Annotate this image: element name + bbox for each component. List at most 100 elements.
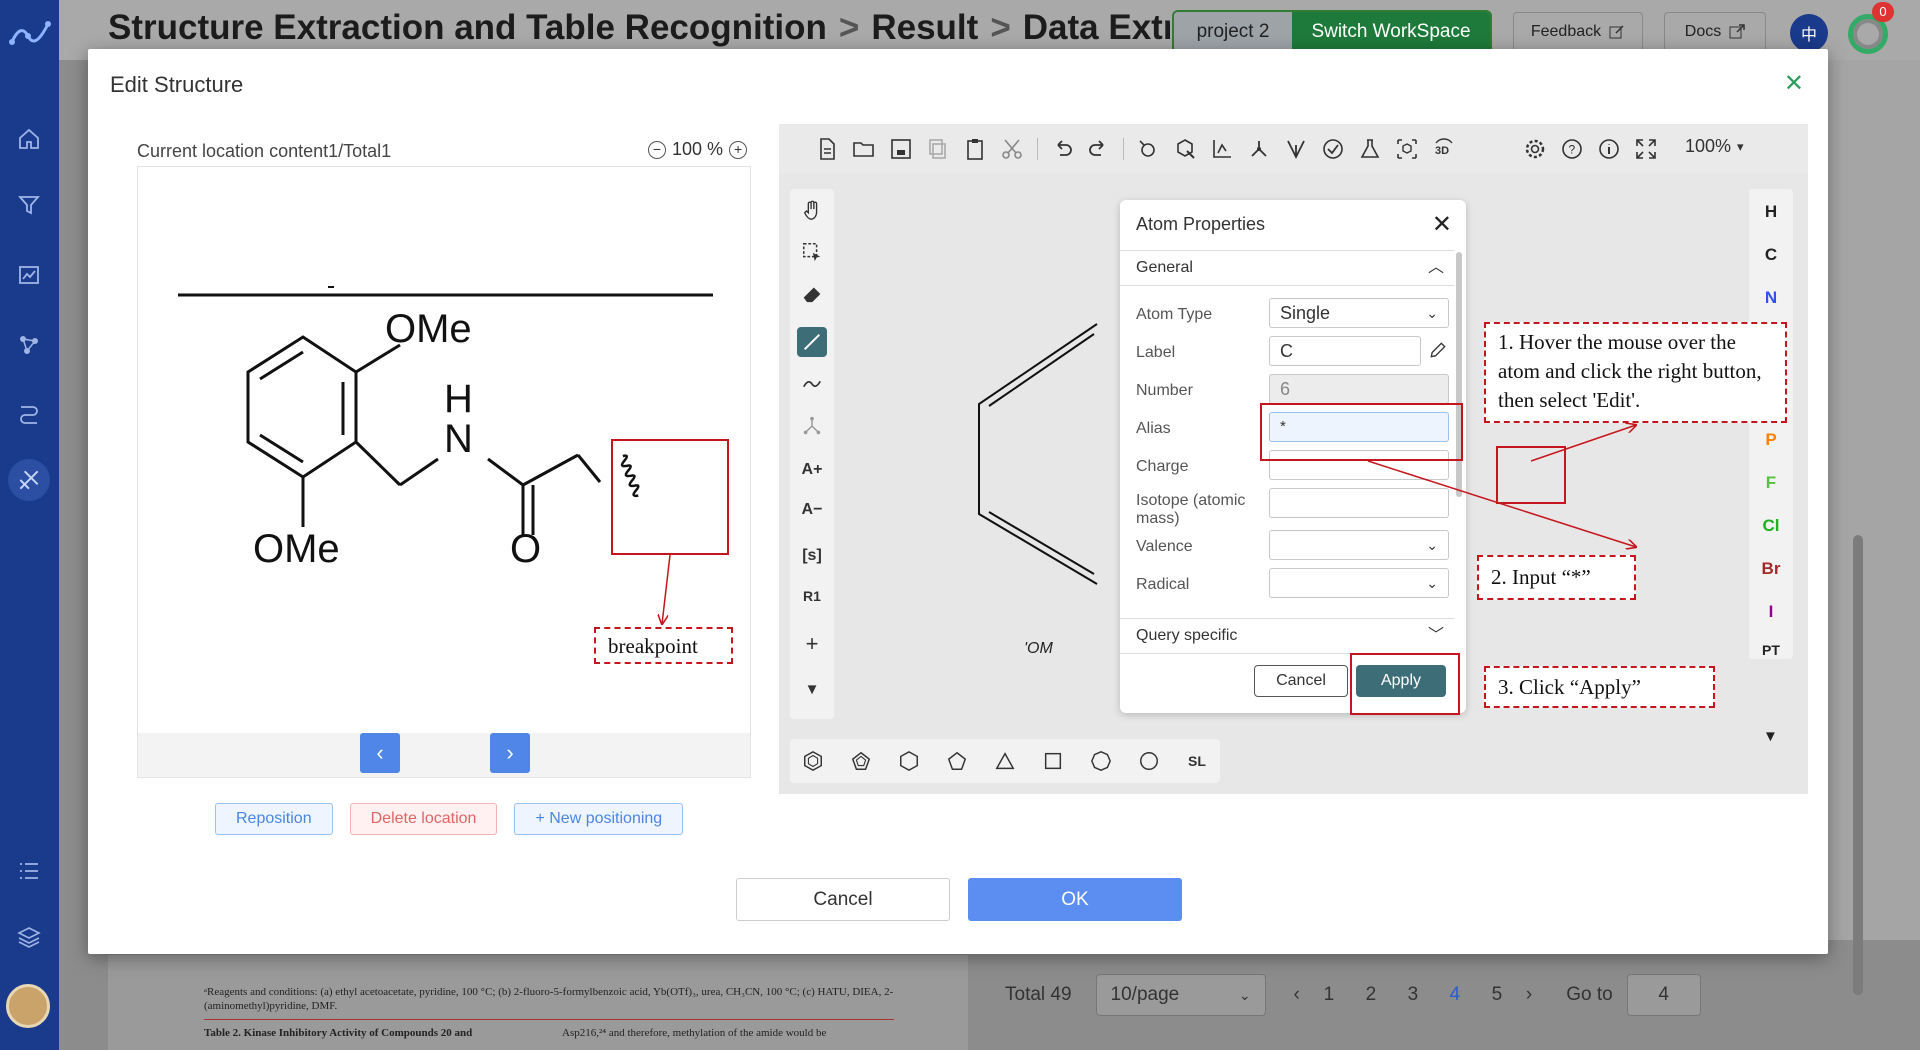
filter-icon[interactable] — [14, 190, 44, 220]
atom-n[interactable]: N — [1749, 283, 1793, 313]
undo-icon[interactable] — [1047, 134, 1077, 164]
info-icon[interactable] — [1594, 134, 1624, 164]
breadcrumb-item[interactable]: Structure Extraction and Table Recogniti… — [108, 8, 827, 47]
benzene-template-icon[interactable] — [798, 746, 828, 776]
redo-icon[interactable] — [1084, 134, 1114, 164]
reposition-button[interactable]: Reposition — [215, 803, 333, 835]
close-icon[interactable]: ✕ — [1432, 210, 1452, 239]
open-folder-icon[interactable] — [849, 134, 879, 164]
save-icon[interactable] — [886, 134, 916, 164]
pencil-icon[interactable] — [1428, 340, 1448, 365]
radical-select[interactable]: ⌄ — [1269, 568, 1449, 598]
layout-icon[interactable] — [1133, 134, 1163, 164]
decrease-charge-icon[interactable]: A− — [797, 495, 827, 525]
next-button[interactable]: › — [490, 733, 530, 773]
cyclopropane-icon[interactable] — [990, 746, 1020, 776]
home-icon[interactable] — [14, 124, 44, 154]
atom-br[interactable]: Br — [1749, 554, 1793, 584]
expand-down-icon[interactable]: ▼ — [797, 674, 827, 704]
check-structure-icon[interactable] — [1318, 134, 1348, 164]
new-file-icon[interactable] — [812, 134, 842, 164]
select-tool-icon[interactable] — [797, 237, 827, 267]
route-icon[interactable] — [14, 398, 44, 428]
molecule-icon[interactable] — [14, 330, 44, 360]
next-page-icon[interactable]: › — [1526, 984, 1532, 1006]
3d-view-icon[interactable]: 3D — [1429, 134, 1459, 164]
clean-up-icon[interactable] — [1170, 134, 1200, 164]
structure-library-button[interactable]: SL — [1182, 746, 1212, 776]
atom-h[interactable]: H — [1749, 197, 1793, 227]
analyse-icon[interactable] — [1355, 134, 1385, 164]
chart-icon[interactable] — [14, 260, 44, 290]
atom-cl[interactable]: Cl — [1749, 511, 1793, 541]
language-switch[interactable]: 中 — [1790, 14, 1828, 52]
eraser-icon[interactable] — [797, 279, 827, 309]
app-logo[interactable] — [8, 14, 52, 50]
fullscreen-icon[interactable] — [1631, 134, 1661, 164]
breadcrumb-separator: > — [838, 8, 860, 47]
atom-f[interactable]: F — [1749, 468, 1793, 498]
aromatize-icon[interactable] — [1207, 134, 1237, 164]
zoom-out-icon[interactable]: − — [648, 140, 666, 159]
layers-icon[interactable] — [14, 922, 44, 952]
cyclooctane-icon[interactable] — [1134, 746, 1164, 776]
atom-c[interactable]: C — [1749, 240, 1793, 270]
previous-button[interactable]: ‹ — [360, 733, 400, 773]
avatar[interactable] — [6, 984, 50, 1028]
general-section-header[interactable]: General ︿ — [1120, 250, 1454, 286]
page-number[interactable]: 3 — [1392, 984, 1434, 1006]
extraction-icon[interactable] — [8, 459, 50, 501]
rgroup-tool[interactable]: R1 — [797, 581, 827, 611]
settings-icon[interactable] — [1520, 134, 1550, 164]
atom-p[interactable]: P — [1749, 425, 1793, 455]
isotope-input[interactable] — [1269, 488, 1449, 518]
cyclopentane-icon[interactable] — [942, 746, 972, 776]
label-input[interactable]: C — [1269, 336, 1421, 366]
cut-icon[interactable] — [997, 134, 1027, 164]
page-number[interactable]: 1 — [1308, 984, 1350, 1006]
page-number-current[interactable]: 4 — [1434, 984, 1476, 1006]
periodic-table-button[interactable]: PT — [1749, 635, 1793, 665]
feedback-button[interactable]: Feedback — [1513, 12, 1643, 52]
background-scrollbar[interactable] — [1853, 535, 1863, 995]
cyclohexane-icon[interactable] — [894, 746, 924, 776]
atoms-expand-icon[interactable]: ▼ — [1763, 728, 1778, 745]
docs-button[interactable]: Docs — [1664, 12, 1766, 52]
copy-icon[interactable] — [923, 134, 953, 164]
hand-tool-icon[interactable] — [797, 195, 827, 225]
atom-type-select[interactable]: Single ⌄ — [1269, 298, 1449, 328]
cyclobutane-icon[interactable] — [1038, 746, 1068, 776]
zoom-in-icon[interactable]: + — [729, 140, 748, 159]
breadcrumb-item[interactable]: Result — [871, 8, 978, 47]
atom-i[interactable]: I — [1749, 597, 1793, 627]
help-icon[interactable]: ? — [1557, 134, 1587, 164]
stereo-icon[interactable] — [1281, 134, 1311, 164]
cancel-button[interactable]: Cancel — [736, 878, 950, 921]
switch-workspace-button[interactable]: Switch WorkSpace — [1292, 12, 1490, 52]
increase-charge-icon[interactable]: A+ — [797, 455, 827, 485]
editor-zoom-select[interactable]: 100% ▾ — [1685, 136, 1744, 157]
add-tool-icon[interactable]: + — [797, 629, 827, 659]
calculate-cip-icon[interactable] — [1244, 134, 1274, 164]
page-number[interactable]: 2 — [1350, 984, 1392, 1006]
charge-tool-icon[interactable] — [797, 411, 827, 441]
cyclopentadiene-icon[interactable] — [846, 746, 876, 776]
query-specific-section-header[interactable]: Query specific ﹀ — [1120, 618, 1454, 654]
paste-icon[interactable] — [960, 134, 990, 164]
atom-cancel-button[interactable]: Cancel — [1254, 665, 1348, 697]
ok-button[interactable]: OK — [968, 878, 1182, 921]
chain-tool-icon[interactable] — [797, 369, 827, 399]
delete-location-button[interactable]: Delete location — [349, 803, 498, 835]
sgroup-tool[interactable]: [s] — [797, 541, 827, 571]
close-icon[interactable]: ✕ — [1784, 69, 1804, 98]
tasks-icon[interactable] — [14, 856, 44, 886]
new-positioning-button[interactable]: + New positioning — [514, 803, 684, 835]
single-bond-tool-icon[interactable] — [797, 327, 827, 357]
prev-page-icon[interactable]: ‹ — [1294, 984, 1300, 1006]
cycloheptane-icon[interactable] — [1086, 746, 1116, 776]
page-size-select[interactable]: 10/page ⌄ — [1095, 974, 1266, 1016]
page-number[interactable]: 5 — [1476, 984, 1518, 1006]
goto-input[interactable]: 4 — [1626, 974, 1701, 1016]
recognize-icon[interactable] — [1392, 134, 1422, 164]
valence-select[interactable]: ⌄ — [1269, 530, 1449, 560]
